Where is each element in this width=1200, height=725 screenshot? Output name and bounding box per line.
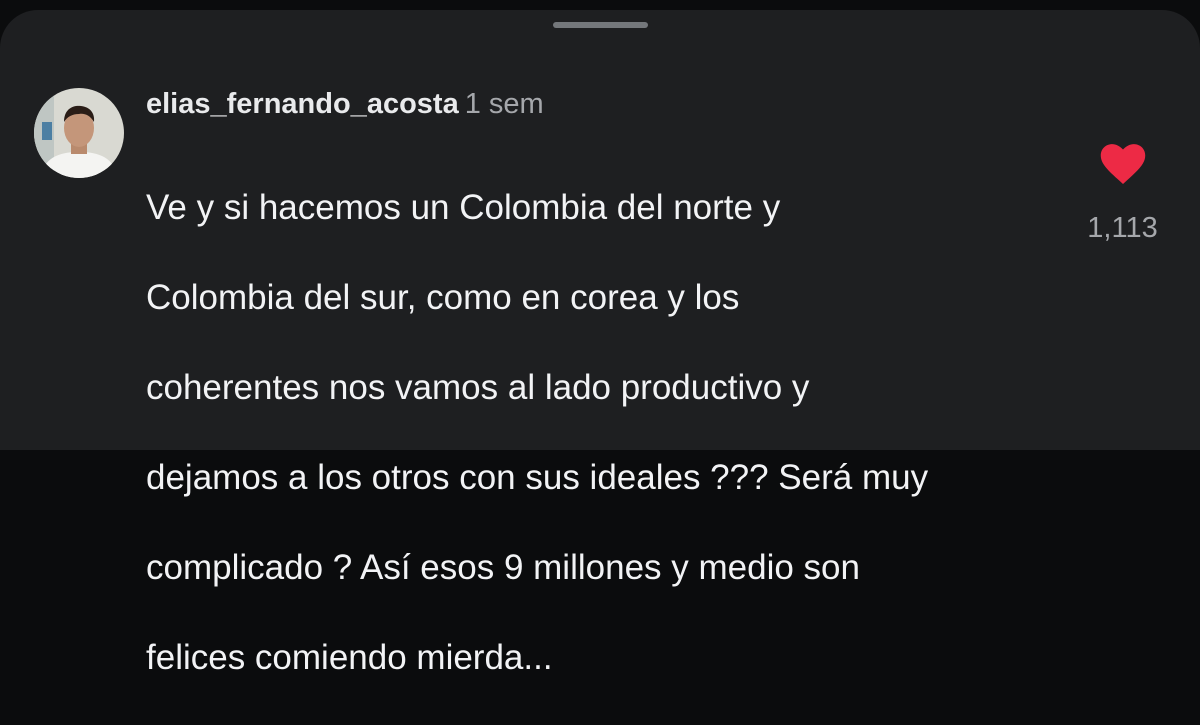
avatar[interactable]	[34, 88, 124, 178]
like-button[interactable]	[1100, 143, 1146, 186]
comment-meta: elias_fernando_acosta 1 sem	[146, 84, 1046, 124]
comment-text-line: Ve y si hacemos un Colombia del norte y	[146, 188, 781, 227]
avatar-photo	[34, 88, 124, 178]
comment-text: Ve y si hacemos un Colombia del norte y …	[146, 140, 1046, 725]
comment-text-line: complicado ? Así esos 9 millones y medio…	[146, 548, 860, 587]
comment-text-line: felices comiendo mierda...	[146, 638, 553, 677]
comment-text-line: coherentes nos vamos al lado productivo …	[146, 368, 810, 407]
comment-username[interactable]: elias_fernando_acosta	[146, 88, 459, 120]
comment: elias_fernando_acosta 1 sem Ve y si hacem…	[146, 84, 1046, 725]
like-count: 1,113	[1087, 212, 1158, 244]
comment-text-line: Colombia del sur, como en corea y los	[146, 278, 740, 317]
heart-filled-icon	[1100, 144, 1146, 185]
comment-text-line: dejamos a los otros con sus ideales ??? …	[146, 458, 929, 497]
sheet-drag-handle[interactable]	[553, 22, 648, 28]
comment-timestamp: 1 sem	[464, 88, 544, 120]
